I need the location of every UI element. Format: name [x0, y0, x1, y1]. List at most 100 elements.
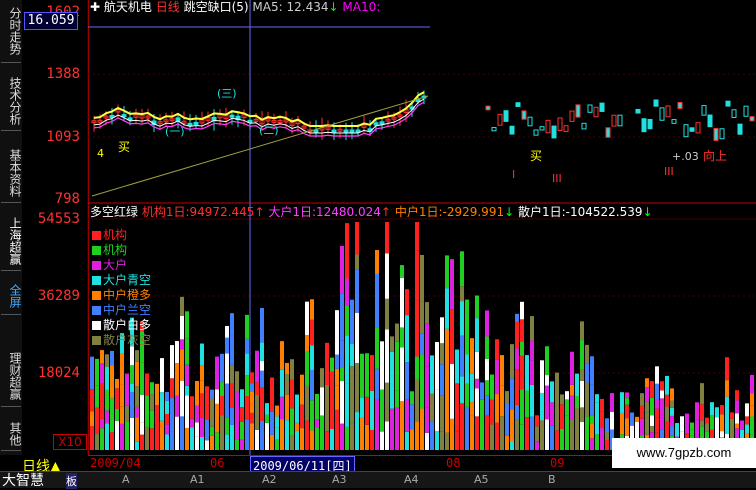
- volume-segment: [200, 365, 204, 381]
- volume-segment: [590, 438, 594, 450]
- volume-segment: [160, 420, 164, 450]
- tab-a[interactable]: A: [122, 473, 130, 486]
- volume-segment: [580, 407, 584, 423]
- tab-a5[interactable]: A5: [474, 473, 489, 486]
- candle: [647, 118, 653, 130]
- tab-a4[interactable]: A4: [404, 473, 419, 486]
- volume-segment: [505, 391, 509, 404]
- volume-segment: [115, 408, 119, 421]
- volume-segment: [700, 404, 704, 421]
- volume-segment: [340, 380, 344, 424]
- volume-segment: [635, 416, 639, 422]
- volume-segment: [140, 362, 144, 395]
- volume-segment: [245, 314, 249, 339]
- volume-segment: [705, 423, 709, 432]
- volume-segment: [135, 417, 139, 442]
- volume-segment: [470, 338, 474, 374]
- volume-segment: [515, 313, 519, 322]
- volume-segment: [225, 353, 229, 384]
- bottom-tab-bar: 板 A A1 A2 A3 A4 A5 B: [0, 471, 756, 489]
- volume-segment: [250, 412, 254, 424]
- volume-segment: [295, 394, 299, 423]
- ma5-value: 12.434: [286, 0, 329, 14]
- up-annotation: 向上: [703, 149, 728, 163]
- candle: [665, 105, 671, 118]
- volume-segment: [725, 357, 729, 370]
- candle: [521, 110, 527, 120]
- volume-segment: [225, 434, 229, 450]
- volume-segment: [665, 375, 669, 395]
- volume-segment: [655, 366, 659, 384]
- volume-segment: [415, 300, 419, 357]
- volume-segment: [225, 417, 229, 435]
- volume-segment: [445, 288, 449, 329]
- volume-segment: [395, 390, 399, 408]
- volume-segment: [510, 378, 514, 410]
- volume-segment: [565, 391, 569, 400]
- volume-segment: [670, 388, 674, 401]
- volume-segment: [720, 414, 724, 432]
- volume-segment: [140, 434, 144, 450]
- volume-segment: [505, 403, 509, 436]
- volume-segment: [150, 428, 154, 450]
- tab-a2[interactable]: A2: [262, 473, 277, 486]
- volume-segment: [405, 362, 409, 400]
- volume-segment: [185, 385, 189, 396]
- legend-item: 机构: [92, 243, 151, 258]
- tab-a1[interactable]: A1: [190, 473, 205, 486]
- volume-segment: [270, 377, 274, 412]
- volume-segment: [200, 380, 204, 394]
- volume-segment: [400, 364, 404, 402]
- volume-segment: [170, 431, 174, 450]
- volume-segment: [185, 395, 189, 428]
- volume-segment: [255, 350, 259, 383]
- legend-item: 大户青空: [92, 273, 151, 288]
- tab-b[interactable]: B: [548, 473, 556, 486]
- volume-segment: [470, 415, 474, 450]
- volume-segment: [115, 388, 119, 409]
- volume-segment: [500, 355, 504, 386]
- volume-segment: [460, 403, 464, 450]
- volume-segment: [595, 394, 599, 403]
- volume-segment: [245, 338, 249, 354]
- volume-segment: [310, 430, 314, 450]
- volume-segment: [370, 429, 374, 450]
- volume-segment: [310, 345, 314, 370]
- volume-segment: [315, 393, 319, 420]
- candle: [737, 123, 743, 135]
- volume-segment: [510, 344, 514, 379]
- volume-segment: [100, 383, 104, 419]
- volume-segment: [355, 254, 359, 270]
- volume-segment: [315, 427, 319, 450]
- volume-segment: [290, 359, 294, 380]
- volume-segment: [205, 419, 209, 441]
- volume-segment: [285, 394, 289, 421]
- volume-segment: [710, 415, 714, 430]
- volume-segment: [300, 374, 304, 405]
- volume-segment: [200, 343, 204, 366]
- volume-segment: [465, 313, 469, 355]
- volume-segment: [230, 313, 234, 336]
- volume-segment: [140, 394, 144, 423]
- volume-segment: [145, 395, 149, 427]
- volume-segment: [275, 427, 279, 440]
- volume-segment: [660, 398, 664, 416]
- volume-segment: [130, 391, 134, 418]
- volume-segment: [225, 337, 229, 354]
- volume-segment: [295, 430, 299, 450]
- volume-title: 多空红绿: [90, 205, 139, 219]
- volume-segment: [115, 420, 119, 450]
- volume-segment: [125, 373, 129, 406]
- volume-segment: [235, 420, 239, 440]
- volume-segment: [155, 424, 159, 450]
- volume-segment: [440, 431, 444, 450]
- annotation-num: I: [512, 168, 516, 181]
- volume-segment: [515, 348, 519, 370]
- volume-segment: [245, 375, 249, 397]
- volume-segment: [485, 358, 489, 381]
- volume-segment: [220, 382, 224, 396]
- volume-segment: [240, 407, 244, 422]
- tab-a3[interactable]: A3: [332, 473, 347, 486]
- volume-segment: [220, 353, 224, 383]
- volume-segment: [645, 387, 649, 402]
